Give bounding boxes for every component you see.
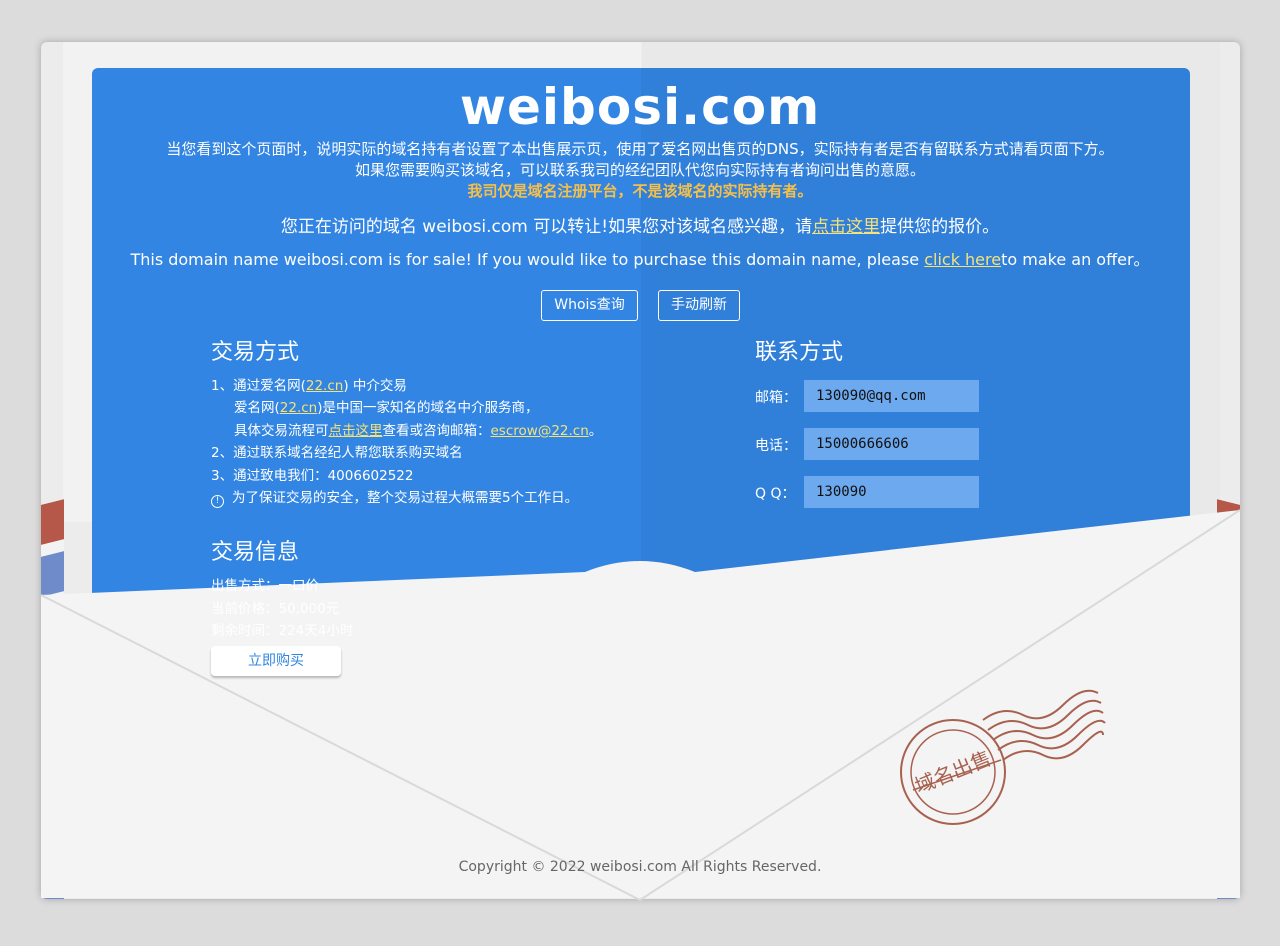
trade-method-line-6: ! 为了保证交易的安全，整个交易过程大概需要5个工作日。: [211, 486, 578, 508]
remaining-time: 剩余时间：224天4小时: [211, 623, 354, 639]
trade-method-line-4: 2、通过联系域名经纪人帮您联系购买域名: [211, 445, 463, 461]
trade-method-line-5: 3、通过致电我们：4006602522: [211, 468, 414, 484]
trade-method-l3-mid: 查看或咨询邮箱：: [382, 423, 491, 439]
qq-label: Q Q：: [755, 486, 796, 502]
trade-method-l2-text: 爱名网(: [234, 400, 280, 416]
offer-text-en: This domain name weibosi.com is for sale…: [0, 246, 1280, 270]
intro-warning: 我司仅是域名注册平台，不是该域名的实际持有者。: [467, 182, 813, 200]
intro-line-1: 当您看到这个页面时，说明实际的域名持有者设置了本出售展示页，使用了爱名网出售页的…: [166, 140, 1114, 158]
intro-line-2: 如果您需要购买该域名，可以联系我司的经纪团队代您向实际持有者询问出售的意愿。: [354, 161, 925, 179]
current-price: 当前价格：50,000元: [211, 601, 340, 617]
22cn-link[interactable]: 22.cn: [306, 378, 343, 394]
offer-en-before: This domain name weibosi.com is for sale…: [130, 250, 925, 269]
qq-field: 130090: [804, 476, 979, 508]
trade-method-l2-after: )是中国一家知名的域名中介服务商，: [317, 400, 539, 416]
copyright: Copyright © 2022 weibosi.com All Rights …: [458, 859, 822, 875]
refresh-button[interactable]: 手动刷新: [658, 290, 740, 321]
trade-method-l1-text: 1、通过爱名网(: [211, 378, 306, 394]
phone-label: 电话：: [755, 438, 797, 454]
process-click-here-link[interactable]: 点击这里: [329, 423, 383, 439]
trade-method-l6-text: 为了保证交易的安全，整个交易过程大概需要5个工作日。: [232, 490, 579, 506]
domain-title: weibosi.com: [459, 78, 821, 136]
phone-field: 15000666606: [804, 428, 979, 460]
offer-cn-after: 提供您的报价。: [880, 217, 1000, 237]
email-label: 邮箱：: [755, 390, 797, 406]
intro-text: 当您看到这个页面时，说明实际的域名持有者设置了本出售展示页，使用了爱名网出售页的…: [0, 139, 1280, 202]
contact-title: 联系方式: [755, 340, 844, 365]
trade-method-line-2: 爱名网(22.cn)是中国一家知名的域名中介服务商，: [234, 396, 539, 416]
trade-method-l3-after: 。: [588, 423, 603, 439]
offer-text-cn: 您正在访问的域名 weibosi.com 可以转让!如果您对该域名感兴趣，请点击…: [0, 212, 1280, 237]
info-circle-icon: !: [211, 495, 224, 508]
trade-method-line-3: 具体交易流程可点击这里查看或咨询邮箱：escrow@22.cn。: [234, 419, 602, 439]
whois-button[interactable]: Whois查询: [541, 290, 638, 321]
offer-cn-before: 您正在访问的域名 weibosi.com 可以转让!如果您对该域名感兴趣，请: [280, 217, 813, 237]
offer-en-link[interactable]: click here: [924, 250, 1001, 269]
sale-stamp-icon: 域名出售: [900, 689, 1106, 825]
22cn-link-2[interactable]: 22.cn: [280, 400, 317, 416]
stamp-text: 域名出售: [911, 746, 994, 798]
trade-info-title: 交易信息: [211, 540, 300, 565]
sale-mode: 出售方式：一口价: [211, 578, 319, 594]
email-field: 130090@qq.com: [804, 380, 979, 412]
escrow-email-link[interactable]: escrow@22.cn: [491, 423, 589, 439]
buy-now-button[interactable]: 立即购买: [211, 646, 341, 676]
trade-method-l1-after: ) 中介交易: [343, 378, 407, 394]
offer-en-after: to make an offer。: [1001, 250, 1150, 269]
trade-method-l3-text: 具体交易流程可: [234, 423, 329, 439]
offer-cn-link[interactable]: 点击这里: [812, 217, 880, 237]
trade-method-line-1: 1、通过爱名网(22.cn) 中介交易: [211, 374, 407, 394]
trade-method-title: 交易方式: [211, 340, 300, 365]
